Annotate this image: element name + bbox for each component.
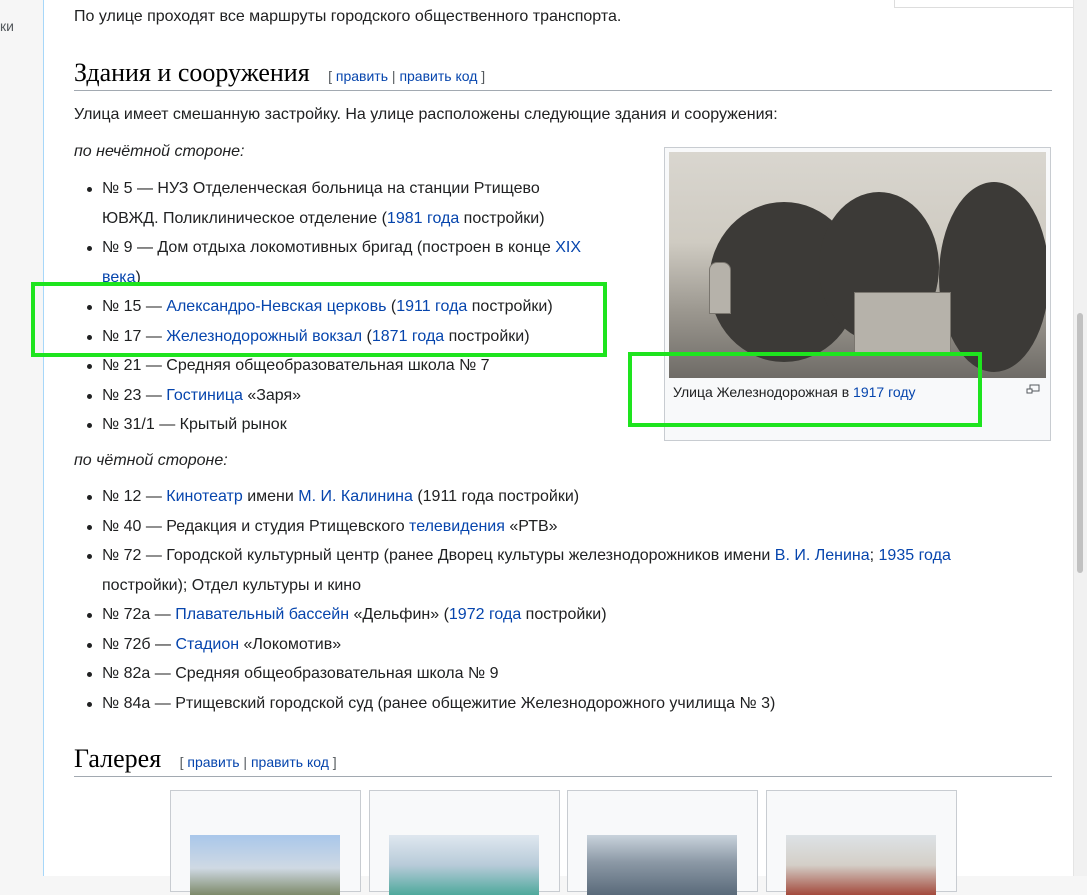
odd-side-label: по нечётной стороне:	[74, 143, 245, 160]
photo-trees-right	[939, 182, 1046, 372]
list-item: № 23 — Гостиница «Заря»	[86, 381, 581, 411]
section-heading-gallery: Галерея [ править | править код ]	[74, 744, 1052, 777]
top-divider	[894, 0, 1087, 8]
intro-paragraph: По улице проходят все маршруты городског…	[74, 8, 622, 25]
article-content: По улице проходят все маршруты городског…	[44, 0, 1087, 895]
highlight-box-caption	[628, 352, 982, 427]
list-item: № 40 — Редакция и студия Ртищевского тел…	[87, 512, 951, 542]
photo-house	[854, 292, 951, 354]
link-stadium[interactable]: Стадион	[175, 636, 239, 653]
section-heading-buildings: Здания и сооружения [ править | править …	[74, 58, 1052, 91]
gallery-edit-code-link[interactable]: править код	[251, 754, 329, 770]
even-side-label: по чётной стороне:	[74, 452, 228, 469]
link-hotel[interactable]: Гостиница	[166, 387, 243, 404]
gallery-item	[766, 790, 957, 895]
sidebar-cut-text: ки	[0, 18, 14, 34]
list-item: № 5 — НУЗ Отделенческая больница на стан…	[86, 174, 581, 233]
gallery-edit-links: [ править | править код ]	[179, 754, 337, 770]
link-1972[interactable]: 1972 года	[449, 606, 521, 623]
link-lenin[interactable]: В. И. Ленина	[775, 547, 870, 564]
list-item: № 72б — Стадион «Локомотив»	[87, 630, 951, 660]
highlight-box-list	[31, 282, 607, 357]
list-item: № 82а — Средняя общеобразовательная школ…	[87, 659, 951, 689]
section-title-buildings: Здания и сооружения	[74, 58, 310, 87]
link-1935[interactable]: 1935 года	[879, 547, 951, 564]
left-sidebar: ки	[0, 0, 44, 876]
link-pool[interactable]: Плавательный бассейн	[175, 606, 349, 623]
list-item: № 72а — Плавательный бассейн «Дельфин» (…	[87, 600, 951, 630]
vertical-scrollbar[interactable]	[1073, 0, 1087, 876]
edit-link[interactable]: править	[336, 68, 388, 84]
gallery-image[interactable]	[190, 835, 340, 895]
section-edit-links: [ править | править код ]	[328, 68, 486, 84]
gallery-image[interactable]	[587, 835, 737, 895]
list-item: № 12 — Кинотеатр имени М. И. Калинина (1…	[87, 482, 951, 512]
enlarge-icon[interactable]	[1026, 384, 1040, 394]
list-item: № 72 — Городской культурный центр (ранее…	[87, 541, 951, 600]
list-item: № 31/1 — Крытый рынок	[86, 410, 581, 440]
even-side-list: № 12 — Кинотеатр имени М. И. Калинина (1…	[74, 482, 951, 718]
link-1981[interactable]: 1981 года	[387, 210, 459, 227]
edit-code-link[interactable]: править код	[399, 68, 477, 84]
list-item: № 84а — Ртищевский городской суд (ранее …	[87, 689, 951, 719]
gallery-edit-link[interactable]: править	[187, 754, 239, 770]
photo-church	[709, 262, 731, 314]
link-television[interactable]: телевидения	[409, 518, 505, 535]
scrollbar-thumb[interactable]	[1077, 313, 1083, 573]
link-kalinin[interactable]: М. И. Калинина	[298, 488, 413, 505]
gallery-item	[369, 790, 560, 895]
gallery-image[interactable]	[389, 835, 539, 895]
buildings-description: Улица имеет смешанную застройку. На улиц…	[74, 106, 778, 123]
gallery-image[interactable]	[786, 835, 936, 895]
link-xix[interactable]: XIX	[555, 239, 581, 256]
link-cinema[interactable]: Кинотеатр	[166, 488, 242, 505]
section-title-gallery: Галерея	[74, 744, 162, 773]
gallery-item	[567, 790, 758, 895]
gallery-item	[170, 790, 361, 895]
street-photo[interactable]	[669, 152, 1046, 378]
